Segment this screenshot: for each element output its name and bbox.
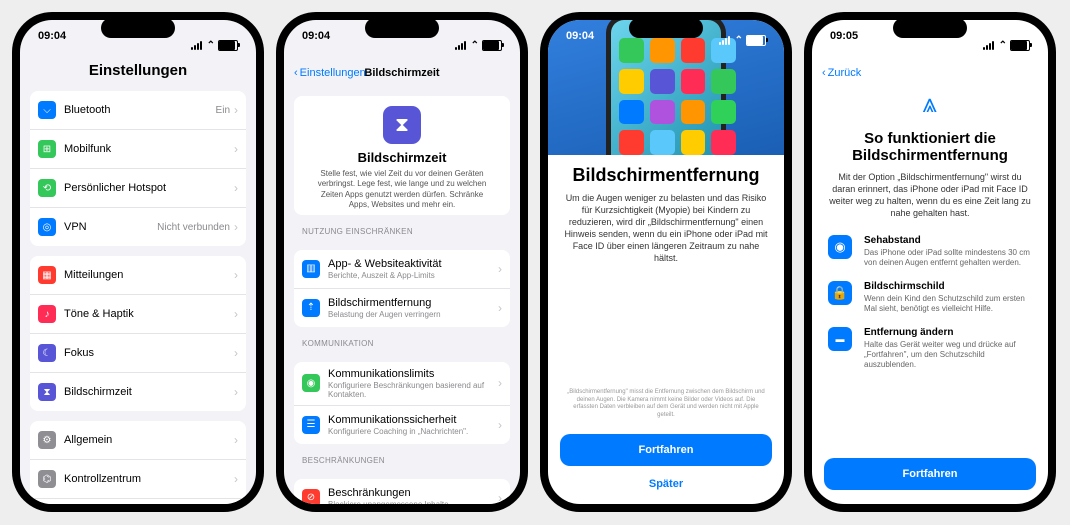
eye-icon: ◉ (828, 235, 852, 259)
chart-icon: ▥ (302, 260, 320, 278)
chevron-right-icon: › (234, 433, 238, 447)
settings-row[interactable]: ⟲ Persönlicher Hotspot› (30, 169, 246, 208)
section-header: BESCHRÄNKUNGEN (294, 444, 510, 469)
settings-row[interactable]: ☾ Fokus› (30, 334, 246, 373)
phone-3-distance-intro: 09:04 ⌃ Bildschirmentfernung Um die Auge… (540, 12, 792, 512)
nosign-icon: ⊘ (302, 489, 320, 504)
settings-row[interactable]: ▦ Mitteilungen› (30, 256, 246, 295)
row-label: Kontrollzentrum (64, 473, 234, 485)
wifi-icon: ⌃ (207, 40, 215, 51)
row-value: Nicht verbunden (157, 222, 230, 233)
time: 09:05 (830, 30, 858, 60)
nav-bar: ‹ Einstellungen Bildschirmzeit (284, 60, 520, 86)
continue-button[interactable]: Fortfahren (824, 458, 1036, 490)
chevron-right-icon: › (234, 346, 238, 360)
chevron-right-icon: › (234, 220, 238, 234)
row-comm-limits[interactable]: ◉KommunikationslimitsKonfiguriere Beschr… (294, 362, 510, 406)
continue-button[interactable]: Fortfahren (560, 434, 772, 466)
people-icon: ◉ (302, 374, 320, 392)
nav-title: Bildschirmzeit (364, 67, 439, 79)
row-icon: ⧗ (38, 383, 56, 401)
chevron-right-icon: › (234, 181, 238, 195)
time: 09:04 (38, 30, 66, 60)
waves-icon: ⩓ (812, 86, 1048, 120)
row-label: Bluetooth (64, 104, 216, 116)
signal-icon (191, 41, 204, 50)
row-comm-safety[interactable]: ☰KommunikationssicherheitKonfiguriere Co… (294, 406, 510, 444)
chevron-right-icon: › (234, 307, 238, 321)
hero-desc: Stelle fest, wie viel Zeit du vor deinen… (310, 169, 494, 211)
chevron-right-icon: › (234, 472, 238, 486)
row-icon: ⚙ (38, 431, 56, 449)
row-label: Töne & Haptik (64, 308, 234, 320)
settings-row[interactable]: ♪ Töne & Haptik› (30, 295, 246, 334)
lock-icon: 🔒 (828, 281, 852, 305)
notch (365, 18, 439, 38)
row-icon: ◎ (38, 218, 56, 236)
body: Mit der Option „Bildschirmentfernung" wi… (812, 171, 1048, 220)
row-restrictions[interactable]: ⊘BeschränkungenBlockiere unangemessene I… (294, 479, 510, 504)
chevron-right-icon: › (234, 268, 238, 282)
row-icon: ⌬ (38, 470, 56, 488)
battery-icon (218, 40, 238, 51)
nav-bar: ‹ Zurück (812, 60, 1048, 86)
row-label: Fokus (64, 347, 234, 359)
row-icon: ⌵ (38, 101, 56, 119)
settings-row[interactable]: AAnzeige & Helligkeit› (30, 499, 246, 504)
section-header: KOMMUNIKATION (294, 327, 510, 352)
back-button[interactable]: ‹ Einstellungen (294, 67, 366, 79)
row-screen-distance[interactable]: ⇡BildschirmentfernungBelastung der Augen… (294, 289, 510, 327)
time: 09:04 (302, 30, 330, 60)
row-label: Persönlicher Hotspot (64, 182, 234, 194)
row-icon: ▦ (38, 266, 56, 284)
row-label: Mitteilungen (64, 269, 234, 281)
button-icon: ▬ (828, 327, 852, 351)
title: Bildschirmentfernung (548, 155, 784, 192)
hourglass-icon: ⧗ (383, 106, 421, 144)
settings-row[interactable]: ⊞ Mobilfunk› (30, 130, 246, 169)
later-button[interactable]: Später (548, 472, 784, 496)
feature-distance: ◉ SehabstandDas iPhone oder iPad sollte … (812, 229, 1048, 275)
page-title: Einstellungen (20, 60, 256, 81)
row-icon: ♪ (38, 305, 56, 323)
phone-1-settings: 09:04 ⌃ Einstellungen ⌵ BluetoothEin › ⊞ Mob… (12, 12, 264, 512)
row-app-activity[interactable]: ▥App- & WebsiteaktivitätBerichte, Auszei… (294, 250, 510, 289)
notch (101, 18, 175, 38)
back-button[interactable]: ‹ Zurück (822, 67, 861, 79)
notch (629, 18, 703, 38)
feature-shield: 🔒 BildschirmschildWenn dein Kind den Sch… (812, 275, 1048, 321)
settings-list[interactable]: ⌵BluetoothEin›⊞Mobilfunk›⟲Persönlicher H… (20, 81, 256, 504)
chevron-right-icon: › (234, 385, 238, 399)
section-header: NUTZUNG EINSCHRÄNKEN (294, 215, 510, 240)
row-label: Mobilfunk (64, 143, 234, 155)
bubble-icon: ☰ (302, 416, 320, 434)
hero-card: ⧗ Bildschirmzeit Stelle fest, wie viel Z… (294, 96, 510, 215)
settings-row[interactable]: ⌬ Kontrollzentrum› (30, 460, 246, 499)
waves-icon: ⇡ (302, 299, 320, 317)
settings-row[interactable]: ⌵ BluetoothEin › (30, 91, 246, 130)
row-icon: ☾ (38, 344, 56, 362)
title: So funktioniert die Bildschirmentfernung (812, 120, 1048, 171)
hero-title: Bildschirmzeit (310, 150, 494, 165)
phone-2-screentime: 09:04 ⌃ ‹ Einstellungen Bildschirmzeit ⧗… (276, 12, 528, 512)
feature-change: ▬ Entfernung ändernHalte das Gerät weite… (812, 321, 1048, 377)
chevron-right-icon: › (234, 103, 238, 117)
notch (893, 18, 967, 38)
chevron-right-icon: › (498, 262, 502, 276)
body: Um die Augen weniger zu belasten und das… (548, 192, 784, 265)
row-label: Allgemein (64, 434, 234, 446)
row-label: Bildschirmzeit (64, 386, 234, 398)
fine-print: „Bildschirmentfernung" misst die Entfern… (548, 381, 784, 428)
settings-row[interactable]: ⧗ Bildschirmzeit› (30, 373, 246, 411)
settings-row[interactable]: ⚙ Allgemein› (30, 421, 246, 460)
row-label: VPN (64, 221, 157, 233)
row-icon: ⊞ (38, 140, 56, 158)
chevron-right-icon: › (234, 142, 238, 156)
phone-4-distance-howto: 09:05 ⌃ ‹ Zurück ⩓ So funktioniert die B… (804, 12, 1056, 512)
row-value: Ein (216, 105, 230, 116)
row-icon: ⟲ (38, 179, 56, 197)
settings-row[interactable]: ◎ VPNNicht verbunden › (30, 208, 246, 246)
time: 09:04 (566, 30, 594, 50)
